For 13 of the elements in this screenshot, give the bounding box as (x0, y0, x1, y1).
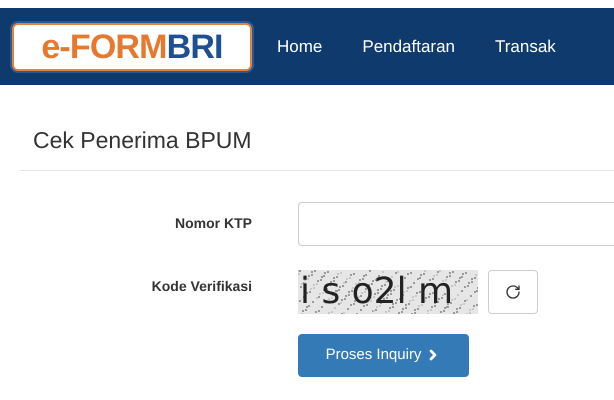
submit-button[interactable]: Proses Inquiry (298, 334, 469, 376)
refresh-icon (505, 284, 521, 300)
page-title: Cek Penerima BPUM (33, 126, 253, 155)
captcha-image: i s o2l m (298, 270, 478, 314)
ktp-input[interactable] (298, 202, 614, 246)
field-label: Nomor KTP (174, 214, 252, 233)
field-label: Kode Verifikasi (150, 277, 252, 296)
refresh-button[interactable] (488, 270, 538, 314)
logo[interactable]: e-FORMBRI (12, 22, 252, 70)
nav-link[interactable]: Transak (495, 34, 556, 60)
logo-text: e-FORMBRI (41, 30, 223, 64)
nav-link[interactable]: Home (277, 34, 322, 60)
nav-link[interactable]: Pendaftaran (362, 34, 455, 60)
